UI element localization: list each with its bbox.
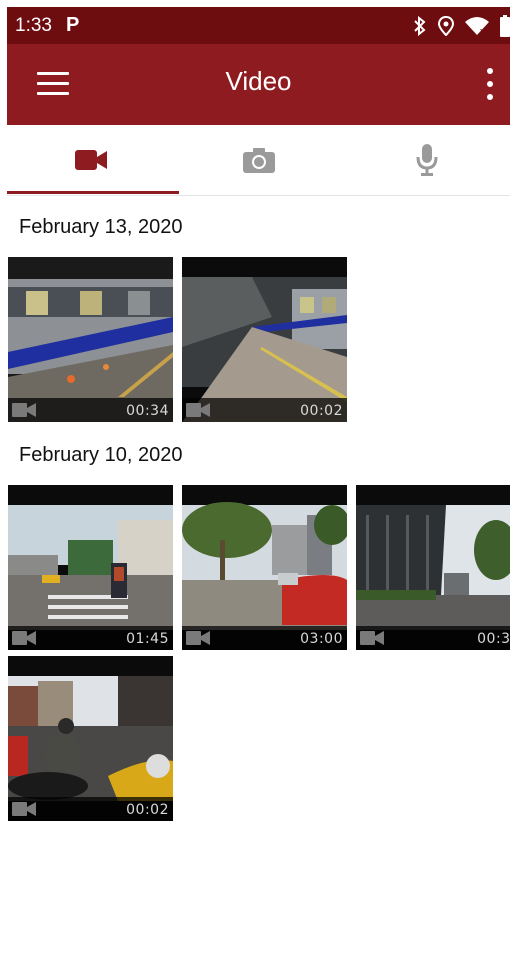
page-title: Video <box>225 66 292 96</box>
videocam-icon <box>12 403 36 417</box>
videocam-icon <box>75 150 107 170</box>
videocam-icon <box>12 802 36 816</box>
media-tabs <box>7 125 510 196</box>
camera-icon <box>243 148 275 173</box>
tab-photo[interactable] <box>175 125 343 195</box>
status-bar: 1:33 P x <box>7 7 510 44</box>
parking-icon: P <box>65 14 80 36</box>
video-thumbnail[interactable]: 00:02 <box>8 656 173 821</box>
video-thumbnail[interactable]: 00:02 <box>182 257 347 422</box>
video-thumbnail[interactable]: 03:00 <box>182 485 347 650</box>
bluetooth-icon <box>414 15 426 36</box>
video-duration: 00:02 <box>126 802 169 818</box>
videocam-icon <box>186 403 210 417</box>
video-duration: 01:45 <box>126 631 169 647</box>
tab-video[interactable] <box>7 125 175 195</box>
date-header: February 10, 2020 <box>19 444 183 466</box>
video-thumbnail[interactable]: 00:34 <box>8 257 173 422</box>
tab-audio[interactable] <box>343 125 510 195</box>
date-header: February 13, 2020 <box>19 216 183 238</box>
svg-text:x: x <box>480 28 484 35</box>
video-duration: 00:02 <box>300 403 343 419</box>
battery-icon <box>500 14 510 37</box>
app-bar: Video <box>7 44 510 125</box>
video-duration: 00:34 <box>126 403 169 419</box>
videocam-icon <box>12 631 36 645</box>
videocam-icon <box>186 631 210 645</box>
video-thumbnail[interactable]: 00:37 <box>356 485 510 650</box>
videocam-icon <box>360 631 384 645</box>
status-icons: x <box>413 7 510 44</box>
video-thumbnail[interactable]: 01:45 <box>8 485 173 650</box>
wifi-icon: x <box>465 16 489 35</box>
app-screen: 1:33 P x Video February 13, 2020 00:34 0… <box>7 7 510 972</box>
more-vert-icon[interactable] <box>486 68 494 102</box>
selected-tab-indicator <box>7 191 179 194</box>
video-duration: 03:00 <box>300 631 343 647</box>
video-duration: 00:37 <box>477 631 510 647</box>
location-icon <box>438 15 454 36</box>
status-time: 1:33 <box>15 14 52 36</box>
microphone-icon <box>416 144 438 176</box>
